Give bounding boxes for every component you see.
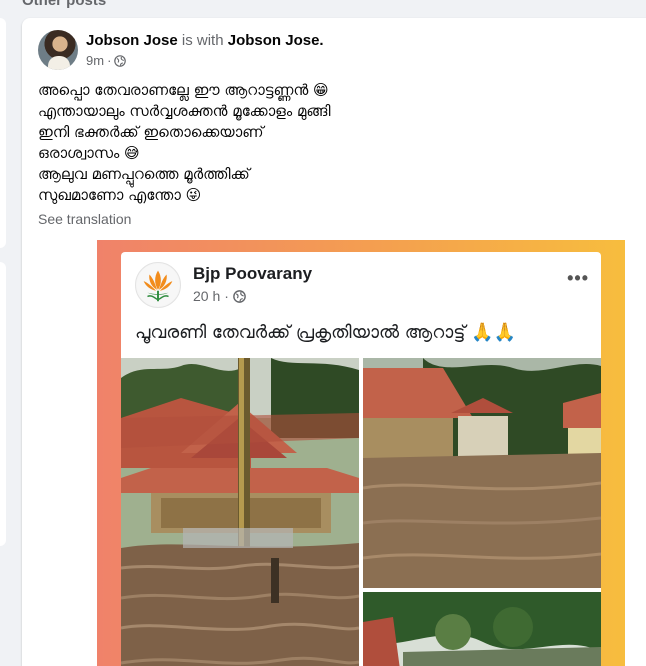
see-translation-link[interactable]: See translation bbox=[38, 211, 131, 227]
flooded-house-photo bbox=[363, 358, 601, 588]
shared-post-card: Bjp Poovarany 20 h · ••• പൂവരണി തേവർക്ക്… bbox=[121, 252, 601, 666]
post-line: ഒരാശ്വാസം 😅 bbox=[38, 144, 140, 162]
left-card-edge-lower bbox=[0, 262, 6, 546]
author-name[interactable]: Jobson Jose bbox=[86, 32, 178, 49]
with-text: is with bbox=[181, 32, 224, 49]
shared-post-text: പൂവരണി തേവർക്ക് പ്രകൃതിയാൽ ആറാട്ട് 🙏🙏 bbox=[135, 322, 516, 343]
post-card: Jobson Jose is with Jobson Jose. 9m · അപ… bbox=[22, 18, 646, 666]
shared-post-time: 20 h bbox=[193, 288, 221, 304]
author-avatar[interactable] bbox=[38, 30, 78, 70]
bjp-lotus-logo bbox=[135, 262, 181, 308]
post-line: ആലുവ മണപ്പുറത്തെ മൂർത്തിക്ക് bbox=[38, 165, 250, 183]
post-line: ഇനി ഭക്തർക്ക് ഇതൊക്കെയാണ് bbox=[38, 123, 264, 141]
post-meta: 9m · bbox=[86, 53, 127, 68]
globe-icon bbox=[114, 54, 127, 67]
post-body: അപ്പൊ തേവരാണല്ലേ ഈ ആറാട്ടണ്ണൻ 😁 എന്തായാല… bbox=[38, 80, 458, 206]
shared-meta-separator: · bbox=[224, 288, 229, 304]
post-header: Jobson Jose is with Jobson Jose. bbox=[86, 32, 324, 49]
shared-globe-icon bbox=[233, 289, 246, 303]
temple-flood-photo bbox=[121, 358, 359, 666]
shared-screenshot-image[interactable]: Bjp Poovarany 20 h · ••• പൂവരണി തേവർക്ക്… bbox=[97, 240, 625, 666]
section-title: Other posts bbox=[22, 0, 107, 9]
shared-page-name: Bjp Poovarany bbox=[193, 264, 313, 283]
post-line: എന്തായാലും സർവ്വശക്തൻ മൂക്കോളം മുങ്ങി bbox=[38, 102, 331, 120]
flooded-trees-photo bbox=[363, 592, 601, 666]
post-line: അപ്പൊ തേവരാണല്ലേ ഈ ആറാട്ടണ്ണൻ 😁 bbox=[38, 81, 329, 99]
tagged-name[interactable]: Jobson Jose. bbox=[228, 32, 324, 49]
more-options-icon: ••• bbox=[567, 268, 589, 288]
post-line: സുഖമാണോ എന്തോ 😜 bbox=[38, 186, 202, 204]
left-card-edge bbox=[0, 18, 6, 248]
meta-separator: · bbox=[107, 53, 112, 68]
shared-post-meta: 20 h · bbox=[193, 288, 246, 304]
post-timestamp[interactable]: 9m bbox=[86, 53, 104, 68]
